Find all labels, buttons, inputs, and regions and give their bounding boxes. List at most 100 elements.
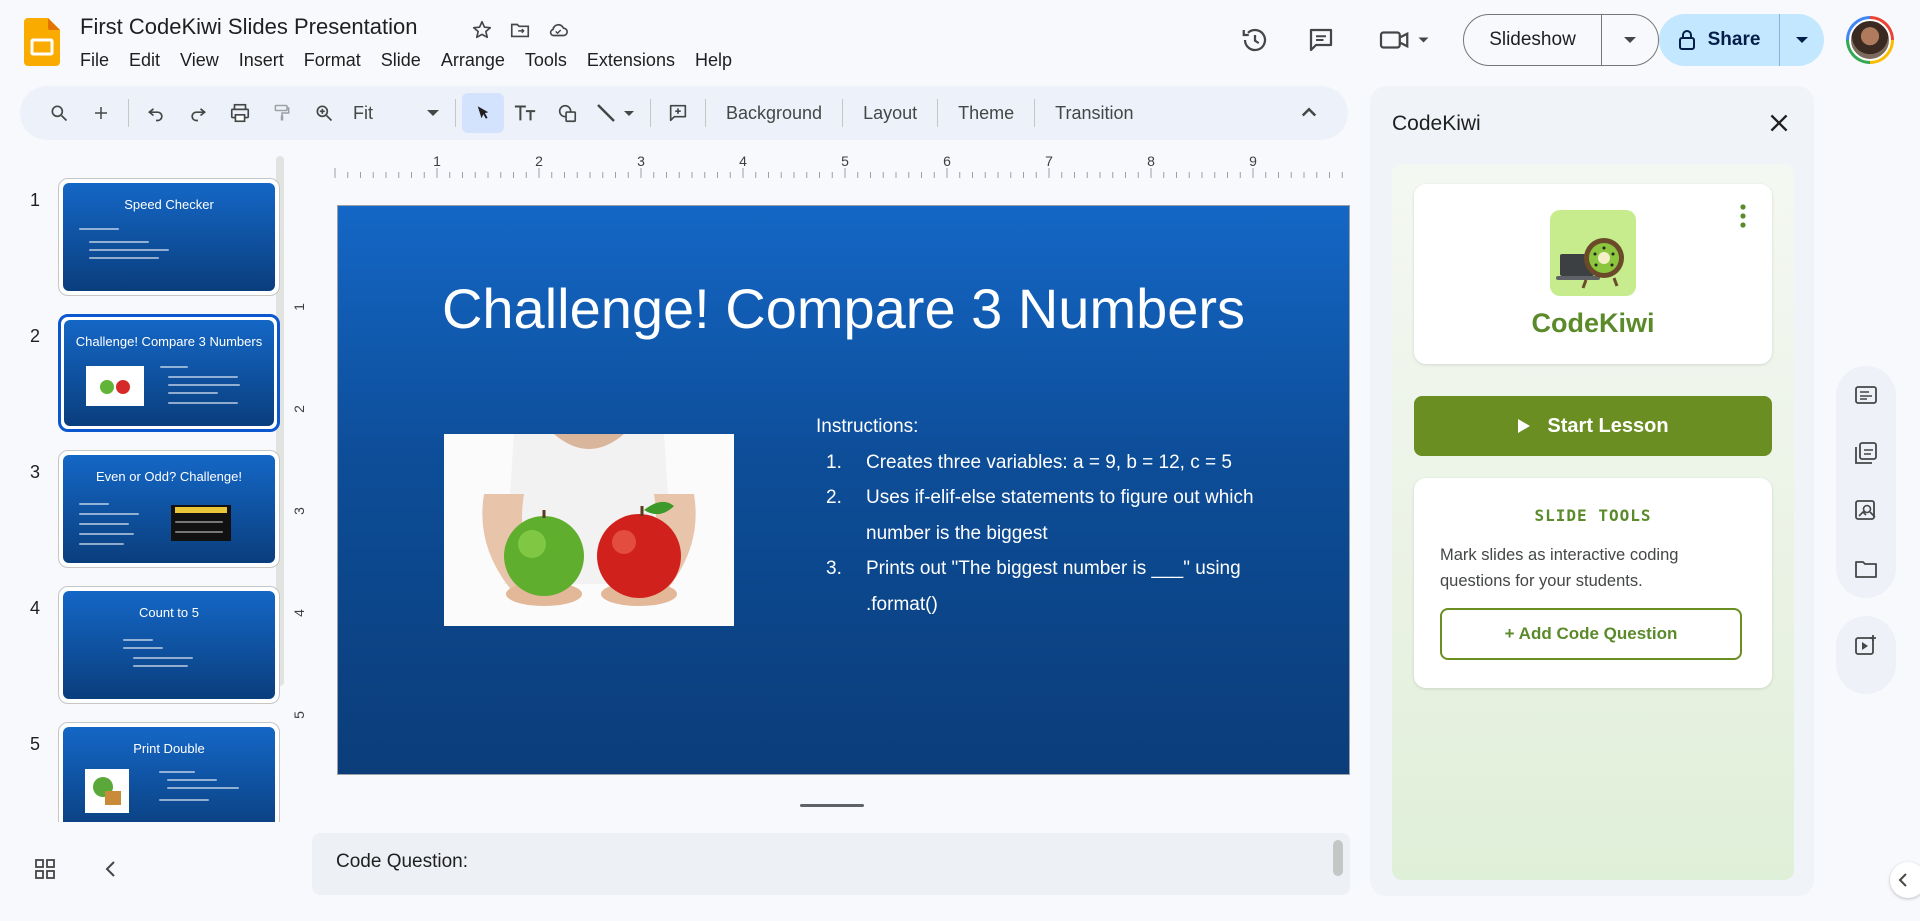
vertical-ruler[interactable]: 1 2 3 4 5 (288, 205, 314, 775)
slide-library-icon[interactable] (1836, 424, 1896, 482)
menu-extensions[interactable]: Extensions (577, 48, 685, 73)
apples-photo[interactable] (444, 434, 734, 626)
shape-icon[interactable] (546, 93, 588, 133)
share-dropdown[interactable] (1780, 14, 1824, 66)
line-tool-icon[interactable] (588, 93, 644, 133)
search-menus-icon[interactable] (38, 93, 80, 133)
speaker-notes[interactable]: Code Question: (312, 833, 1350, 895)
slideshow-button[interactable]: Slideshow (1464, 15, 1602, 65)
slide-number: 3 (30, 462, 41, 482)
ruler-label: 3 (291, 507, 307, 515)
slide-tools-heading: SLIDE TOOLS (1534, 506, 1652, 525)
undo-icon[interactable] (135, 93, 177, 133)
thumb-title: Speed Checker (124, 197, 214, 212)
slide-title[interactable]: Challenge! Compare 3 Numbers (338, 276, 1349, 341)
filmstrip-slide-1[interactable]: 1 Speed Checker (20, 178, 290, 296)
zoom-value: Fit (353, 102, 373, 123)
meet-camera-icon[interactable] (1376, 22, 1436, 58)
filmstrip-slide-4[interactable]: 4 Count to 5 (20, 586, 290, 704)
toolbar: Fit Background Layout Theme Transition (20, 86, 1348, 140)
sidebar-body: CodeKiwi Start Lesson SLIDE TOOLS Mark s… (1392, 164, 1794, 880)
filmstrip-slide-3[interactable]: 3 Even or Odd? Challenge! (20, 450, 290, 568)
expand-side-panel-icon[interactable] (1890, 862, 1920, 898)
slide-tools-description: Mark slides as interactive coding questi… (1440, 546, 1679, 590)
paint-format-icon[interactable] (261, 93, 303, 133)
add-code-question-button[interactable]: + Add Code Question (1440, 608, 1742, 660)
folder-icon[interactable] (1836, 540, 1896, 598)
video-add-icon[interactable] (1836, 616, 1896, 674)
codekiwi-sidebar: CodeKiwi CodeKiwi Start Lesson SLIDE TOO… (1370, 86, 1814, 896)
version-history-icon[interactable] (1237, 22, 1273, 58)
slide-canvas[interactable]: Challenge! Compare 3 Numbers Instruction… (337, 205, 1350, 775)
ruler-label: 7 (1045, 153, 1053, 169)
cloud-saved-icon[interactable] (546, 18, 570, 42)
comments-icon[interactable] (1303, 22, 1339, 58)
chevron-down-icon (427, 109, 439, 116)
menu-insert[interactable]: Insert (229, 48, 294, 73)
collapse-toolbar-icon[interactable] (1294, 98, 1324, 128)
menu-edit[interactable]: Edit (119, 48, 170, 73)
zoom-icon[interactable] (303, 93, 345, 133)
instructions-heading: Instructions: (816, 416, 919, 437)
layout-button[interactable]: Layout (849, 103, 931, 124)
start-lesson-label: Start Lesson (1547, 414, 1669, 437)
instruction-item: 3. Prints out "The biggest number is ___"… (826, 558, 1241, 615)
play-icon (1518, 419, 1531, 433)
zoom-select[interactable]: Fit (345, 103, 449, 124)
document-title[interactable]: First CodeKiwi Slides Presentation (80, 14, 417, 40)
slideshow-button-group: Slideshow (1463, 14, 1659, 66)
close-icon[interactable] (1766, 110, 1792, 136)
sidebar-title: CodeKiwi (1392, 112, 1481, 135)
slides-logo-icon[interactable] (24, 18, 60, 66)
ruler-label: 2 (291, 405, 307, 413)
filmstrip: 1 Speed Checker 2 Challenge! Compare 3 N… (20, 170, 290, 822)
instruction-item: 2. Uses if-elif-else statements to figure… (826, 487, 1254, 544)
background-button[interactable]: Background (712, 103, 836, 124)
print-icon[interactable] (219, 93, 261, 133)
menu-file[interactable]: File (70, 48, 119, 73)
menu-view[interactable]: View (170, 48, 229, 73)
ruler-label: 4 (739, 153, 747, 169)
transition-button[interactable]: Transition (1041, 103, 1147, 124)
image-search-icon[interactable] (1836, 482, 1896, 540)
grid-view-icon[interactable] (34, 858, 56, 880)
slide-tools-card: SLIDE TOOLS Mark slides as interactive c… (1414, 478, 1772, 688)
select-cursor-icon[interactable] (462, 93, 504, 133)
filmstrip-slide-5[interactable]: 5 Print Double (20, 722, 290, 822)
slide-number: 4 (30, 598, 41, 618)
hide-filmstrip-icon[interactable] (100, 858, 122, 880)
speaker-notes-text: Code Question: (336, 851, 469, 872)
ruler-label: 9 (1249, 153, 1257, 169)
filmstrip-slide-2[interactable]: 2 Challenge! Compare 3 Numbers (20, 314, 290, 432)
menu-help[interactable]: Help (685, 48, 742, 73)
instructions-textbox[interactable]: Instructions: 1. Creates three variables:… (816, 409, 1286, 622)
new-slide-icon[interactable] (80, 93, 122, 133)
account-avatar[interactable] (1846, 16, 1894, 64)
redo-icon[interactable] (177, 93, 219, 133)
horizontal-ruler[interactable]: 1 2 3 4 5 6 7 8 9 (312, 152, 1348, 180)
menu-format[interactable]: Format (294, 48, 371, 73)
slideshow-dropdown[interactable] (1602, 15, 1658, 65)
share-button[interactable]: Share (1659, 14, 1780, 66)
star-icon[interactable] (470, 18, 494, 42)
menu-slide[interactable]: Slide (371, 48, 431, 73)
chevron-down-icon (1624, 37, 1636, 43)
menu-arrange[interactable]: Arrange (431, 48, 515, 73)
ruler-label: 6 (943, 153, 951, 169)
text-box-icon[interactable] (504, 93, 546, 133)
more-options-icon[interactable] (1740, 204, 1746, 228)
slide-number: 5 (30, 734, 41, 754)
ruler-label: 8 (1147, 153, 1155, 169)
notes-resize-handle[interactable] (800, 804, 864, 807)
theme-button[interactable]: Theme (944, 103, 1028, 124)
add-comment-icon[interactable] (657, 93, 699, 133)
share-label: Share (1707, 29, 1761, 50)
start-lesson-button[interactable]: Start Lesson (1414, 396, 1772, 456)
notes-scrollbar[interactable] (1333, 840, 1343, 876)
lock-icon (1678, 30, 1695, 50)
brand-card: CodeKiwi (1414, 184, 1772, 364)
menu-tools[interactable]: Tools (515, 48, 577, 73)
ruler-label: 4 (291, 609, 307, 617)
move-folder-icon[interactable] (508, 18, 532, 42)
slides-addon-icon[interactable] (1836, 366, 1896, 424)
